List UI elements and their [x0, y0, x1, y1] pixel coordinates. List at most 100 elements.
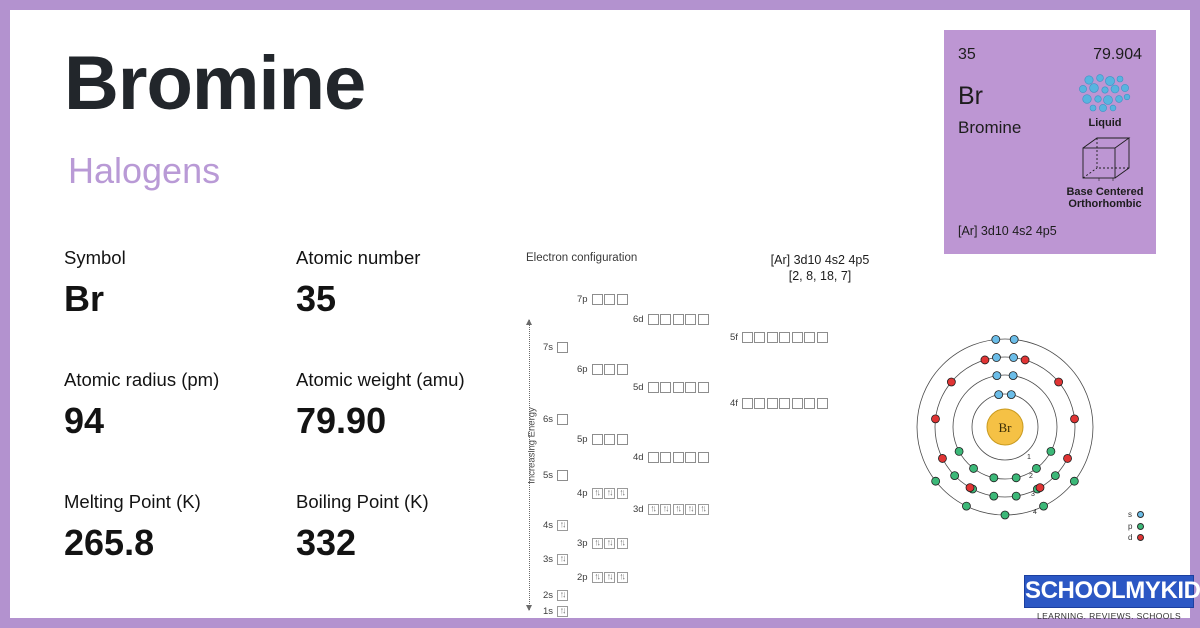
orbital-label: 6p — [577, 364, 588, 375]
increasing-energy-axis: Increasing Energy — [523, 319, 538, 611]
orbital-box — [791, 398, 803, 409]
property-label: Symbol — [64, 247, 126, 268]
electron — [938, 454, 947, 463]
electron — [1009, 335, 1019, 344]
electron-shell-legend: spd — [1128, 510, 1145, 545]
axis-arrow-down — [525, 605, 532, 611]
orbital-box — [697, 452, 709, 463]
orbital-box — [741, 398, 753, 409]
orbital-row-3d: 3d ↑↓ ↑↓ ↑↓ ↑↓ ↑↓ — [633, 504, 710, 515]
property-label: Atomic number — [296, 247, 421, 268]
property-value: 35 — [296, 278, 337, 319]
electron — [1070, 414, 1079, 424]
orbital-box — [591, 364, 603, 375]
orbital-box — [779, 398, 791, 409]
card-symbol: Br — [958, 82, 983, 110]
orbital-row-6s: 6s — [543, 414, 570, 425]
orbital-label: 2s — [543, 590, 554, 601]
orbital-label: 5d — [633, 382, 644, 393]
electron — [980, 355, 990, 365]
orbital-box: ↑↓ — [557, 554, 569, 565]
orbital-box: ↑↓ — [557, 606, 569, 617]
electron — [946, 377, 956, 387]
orbital-box — [816, 332, 828, 343]
orbital-box — [741, 332, 753, 343]
poster-frame: Bromine Halogens Symbol Br Atomic number 35… — [10, 10, 1200, 621]
orbital-row-1s: 1s ↑↓ — [543, 606, 570, 617]
element-category: Halogens — [68, 150, 221, 191]
orbital-box — [604, 364, 616, 375]
orbital-box: ↑↓ — [557, 590, 569, 601]
orbital-box — [557, 342, 569, 353]
periodic-table-card: 35 79.904 Br Bromine Liquid Base Centere… — [944, 30, 1156, 254]
property-item: Symbol Br — [64, 247, 126, 320]
orbital-box — [647, 452, 659, 463]
orbital-box — [685, 452, 697, 463]
electron — [1046, 447, 1056, 456]
orbital-box — [754, 332, 766, 343]
orbital-box — [791, 332, 803, 343]
orbital-row-3s: 3s ↑↓ — [543, 554, 570, 565]
orbital-row-5p: 5p — [577, 434, 629, 445]
orbital-box — [754, 398, 766, 409]
orbital-box: ↑↓ — [604, 488, 616, 499]
orbital-box — [697, 382, 709, 393]
crystal-structure-label: Base Centered Orthorhombic — [1066, 186, 1144, 211]
electron — [950, 471, 960, 481]
electron — [962, 501, 971, 511]
liquid-droplets-icon — [1079, 74, 1131, 112]
legend-item-d: d — [1128, 533, 1145, 542]
card-electron-configuration: [Ar] 3d10 4s2 4p5 — [958, 224, 1057, 238]
electron — [931, 476, 941, 486]
orbital-label: 5f — [730, 332, 738, 343]
orbital-label: 5s — [543, 470, 554, 481]
orbital-label: 3p — [577, 538, 588, 549]
orbital-box — [685, 382, 697, 393]
property-value: 265.8 — [64, 522, 155, 563]
orbital-row-4s: 4s ↑↓ — [543, 520, 570, 531]
orbital-box — [647, 314, 659, 325]
orbital-box — [660, 382, 672, 393]
orbital-row-7s: 7s — [543, 342, 570, 353]
electron — [1011, 491, 1021, 501]
orbital-box: ↑↓ — [616, 488, 628, 499]
card-atomic-number: 35 — [958, 46, 976, 63]
electron — [991, 335, 1001, 344]
orbital-row-2p: 2p ↑↓ ↑↓ ↑↓ — [577, 572, 629, 583]
shell-number-label: 1 — [1027, 454, 1031, 461]
orbital-box: ↑↓ — [591, 538, 603, 549]
orbital-box — [672, 382, 684, 393]
legend-item-s: s — [1128, 510, 1144, 519]
electron — [989, 473, 999, 483]
electron — [1011, 473, 1021, 483]
orbital-label: 3s — [543, 554, 554, 565]
orbital-row-6p: 6p — [577, 364, 629, 375]
schoolmykids-logo[interactable]: SCHOOLMYKIDS LEARNING. REVIEWS. SCHOOLS — [1024, 575, 1200, 621]
card-atomic-mass: 79.904 — [1093, 46, 1142, 63]
shell-number-label: 3 — [1031, 491, 1035, 498]
logo-wordmark: SCHOOLMYKIDS — [1024, 575, 1200, 608]
orbital-label: 2p — [577, 572, 588, 583]
shell-structure-text: [2, 8, 18, 7] — [788, 269, 852, 283]
orbital-row-4p: 4p ↑↓ ↑↓ ↑↓ — [577, 488, 629, 499]
orbital-box — [697, 314, 709, 325]
orbital-box: ↑↓ — [616, 538, 628, 549]
orbital-label: 4p — [577, 488, 588, 499]
nucleus-label: Br — [999, 420, 1013, 435]
orbital-row-3p: 3p ↑↓ ↑↓ ↑↓ — [577, 538, 629, 549]
property-item: Boiling Point (K) 332 — [296, 491, 429, 564]
orbital-box: ↑↓ — [604, 572, 616, 583]
orbital-label: 6s — [543, 414, 554, 425]
orbital-row-4d: 4d — [633, 452, 710, 463]
electron-configuration-text: [Ar] 3d10 4s2 4p5 — [770, 253, 870, 267]
legend-label: p — [1128, 521, 1133, 531]
electron — [992, 353, 1001, 362]
property-label: Atomic radius (pm) — [64, 369, 220, 390]
orbital-box — [660, 452, 672, 463]
electron — [1035, 483, 1045, 493]
orbital-label: 6d — [633, 314, 644, 325]
orbital-diagram: Electron configuration [Ar] 3d10 4s2 4p5… — [515, 248, 915, 618]
electron — [1032, 464, 1041, 473]
orbital-box: ↑↓ — [660, 504, 672, 515]
property-value: 79.90 — [296, 400, 387, 441]
